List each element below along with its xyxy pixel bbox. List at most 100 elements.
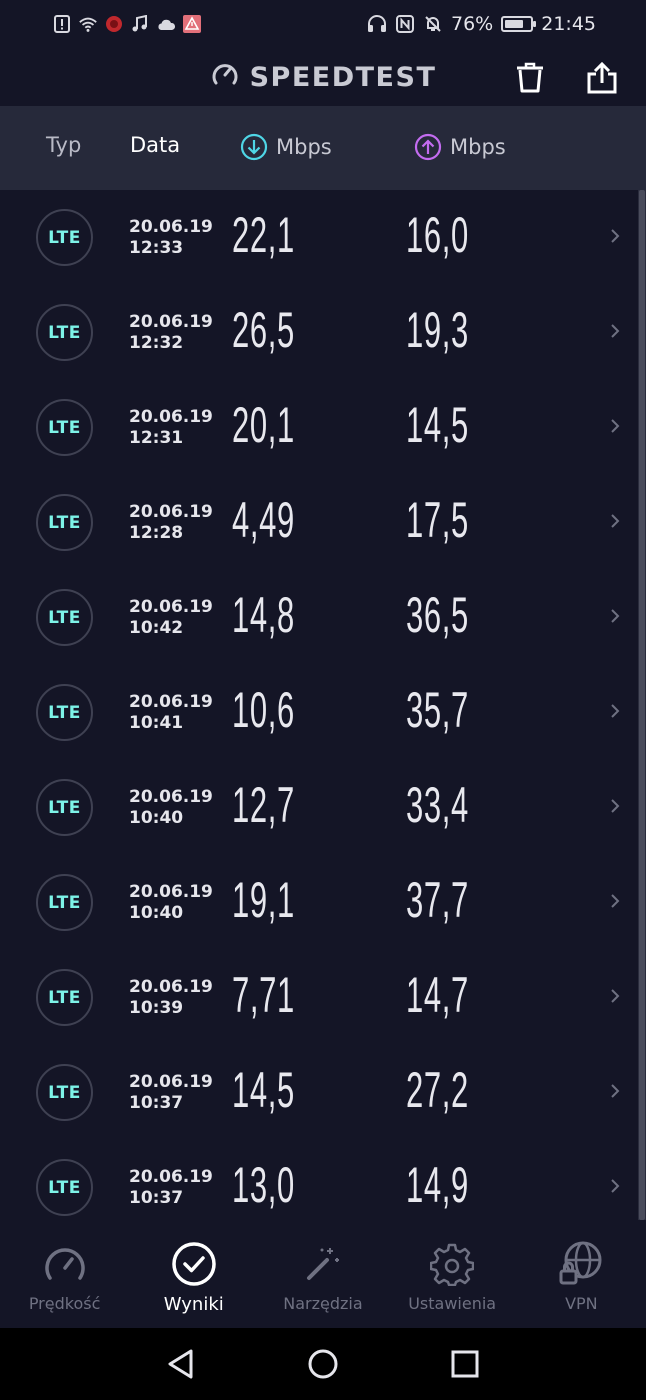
headphones-icon: [367, 14, 387, 34]
battery-icon: [501, 16, 537, 32]
result-datetime: 20.06.19 12:32: [129, 312, 213, 354]
result-time: 10:37: [129, 1188, 184, 1208]
upload-speed: 27,2: [406, 1062, 469, 1118]
download-speed: 13,0: [232, 1157, 295, 1213]
column-upload[interactable]: Mbps: [414, 133, 506, 161]
chevron-right-icon: [605, 796, 625, 816]
nav-vpn[interactable]: VPN: [517, 1230, 646, 1328]
nav-speed[interactable]: Prędkość: [0, 1230, 129, 1328]
chevron-right-icon: [605, 701, 625, 721]
status-bar: 76% 21:45: [0, 0, 646, 48]
column-upload-label: Mbps: [450, 135, 506, 159]
download-speed: 26,5: [232, 302, 295, 358]
recents-button[interactable]: [445, 1344, 485, 1384]
result-row[interactable]: LTE 20.06.19 10:37 14,5 27,2: [0, 1045, 640, 1140]
result-row[interactable]: LTE 20.06.19 10:39 7,71 14,7: [0, 950, 640, 1045]
result-row[interactable]: LTE 20.06.19 10:40 12,7 33,4: [0, 760, 640, 855]
result-time: 12:32: [129, 333, 184, 353]
result-row[interactable]: LTE 20.06.19 10:40 19,1 37,7: [0, 855, 640, 950]
scrollbar[interactable]: [638, 190, 646, 1220]
nav-tools-label: Narzędzia: [283, 1294, 363, 1313]
home-circle-icon: [308, 1349, 338, 1379]
share-button[interactable]: [582, 58, 622, 98]
connection-type-badge: LTE: [36, 1064, 93, 1121]
result-time: 10:42: [129, 618, 184, 638]
result-datetime: 20.06.19 10:41: [129, 692, 213, 734]
result-time: 12:31: [129, 428, 184, 448]
download-speed: 20,1: [232, 397, 295, 453]
nfc-icon: [395, 14, 415, 34]
warning-icon: [182, 14, 202, 34]
result-datetime: 20.06.19 12:28: [129, 502, 213, 544]
result-time: 12:28: [129, 523, 184, 543]
download-speed: 7,71: [232, 967, 295, 1023]
app-title-text: SPEEDTEST: [249, 61, 437, 93]
battery-percent: 76%: [451, 13, 494, 35]
connection-type-badge: LTE: [36, 399, 93, 456]
result-time: 12:33: [129, 238, 184, 258]
column-type-label: Typ: [46, 133, 82, 157]
result-row[interactable]: LTE 20.06.19 10:37 13,0 14,9: [0, 1140, 640, 1230]
battery-fill: [505, 20, 524, 28]
delete-button[interactable]: [510, 58, 550, 98]
nav-tools[interactable]: Narzędzia: [258, 1230, 387, 1328]
download-speed: 12,7: [232, 777, 295, 833]
result-date: 20.06.19: [129, 977, 213, 997]
download-speed: 4,49: [232, 492, 295, 548]
scrollbar-thumb[interactable]: [639, 190, 645, 1220]
upload-arrow-icon: [414, 133, 442, 161]
upload-speed: 14,5: [406, 397, 469, 453]
back-button[interactable]: [161, 1344, 201, 1384]
result-time: 10:39: [129, 998, 184, 1018]
nav-results[interactable]: Wyniki: [129, 1230, 258, 1328]
wifi-icon: [78, 14, 98, 34]
nav-settings-label: Ustawienia: [408, 1294, 497, 1313]
result-row[interactable]: LTE 20.06.19 12:33 22,1 16,0: [0, 190, 640, 285]
music-icon: [130, 14, 150, 34]
result-row[interactable]: LTE 20.06.19 10:42 14,8 36,5: [0, 570, 640, 665]
speedometer-logo-icon: [210, 59, 240, 96]
result-row[interactable]: LTE 20.06.19 10:41 10,6 35,7: [0, 665, 640, 760]
column-download[interactable]: Mbps: [240, 133, 332, 161]
result-datetime: 20.06.19 10:40: [129, 882, 213, 924]
result-date: 20.06.19: [129, 312, 213, 332]
result-time: 10:37: [129, 1093, 184, 1113]
chevron-right-icon: [605, 891, 625, 911]
download-speed: 19,1: [232, 872, 295, 928]
column-type[interactable]: Typ: [46, 133, 81, 157]
recents-square-icon: [451, 1350, 479, 1378]
clock: 21:45: [541, 13, 596, 35]
chevron-right-icon: [605, 321, 625, 341]
share-icon: [587, 62, 617, 94]
mute-bell-icon: [423, 14, 443, 34]
result-time: 10:41: [129, 713, 184, 733]
column-date[interactable]: Data: [130, 133, 180, 157]
result-row[interactable]: LTE 20.06.19 12:31 20,1 14,5: [0, 380, 640, 475]
nav-results-label: Wyniki: [163, 1294, 224, 1315]
result-datetime: 20.06.19 10:37: [129, 1072, 213, 1114]
result-row[interactable]: LTE 20.06.19 12:32 26,5 19,3: [0, 285, 640, 380]
nav-settings[interactable]: Ustawienia: [388, 1230, 517, 1328]
download-speed: 14,8: [232, 587, 295, 643]
check-circle-icon: [170, 1240, 218, 1288]
upload-speed: 35,7: [406, 682, 469, 738]
column-date-label: Data: [130, 133, 181, 157]
connection-type-badge: LTE: [36, 304, 93, 361]
globe-lock-icon: [557, 1240, 605, 1288]
result-time: 10:40: [129, 808, 184, 828]
column-download-label: Mbps: [276, 135, 332, 159]
connection-type-badge: LTE: [36, 779, 93, 836]
result-row[interactable]: LTE 20.06.19 12:28 4,49 17,5: [0, 475, 640, 570]
home-button[interactable]: [303, 1344, 343, 1384]
chevron-right-icon: [605, 416, 625, 436]
status-left-icons: [52, 14, 202, 34]
result-date: 20.06.19: [129, 502, 213, 522]
result-date: 20.06.19: [129, 407, 213, 427]
chevron-right-icon: [605, 986, 625, 1006]
result-date: 20.06.19: [129, 692, 213, 712]
download-speed: 14,5: [232, 1062, 295, 1118]
chevron-right-icon: [605, 1176, 625, 1196]
upload-speed: 14,7: [406, 967, 469, 1023]
result-date: 20.06.19: [129, 787, 213, 807]
results-list[interactable]: LTE 20.06.19 12:33 22,1 16,0 LTE 20.06.19 12:32…: [0, 190, 646, 1230]
